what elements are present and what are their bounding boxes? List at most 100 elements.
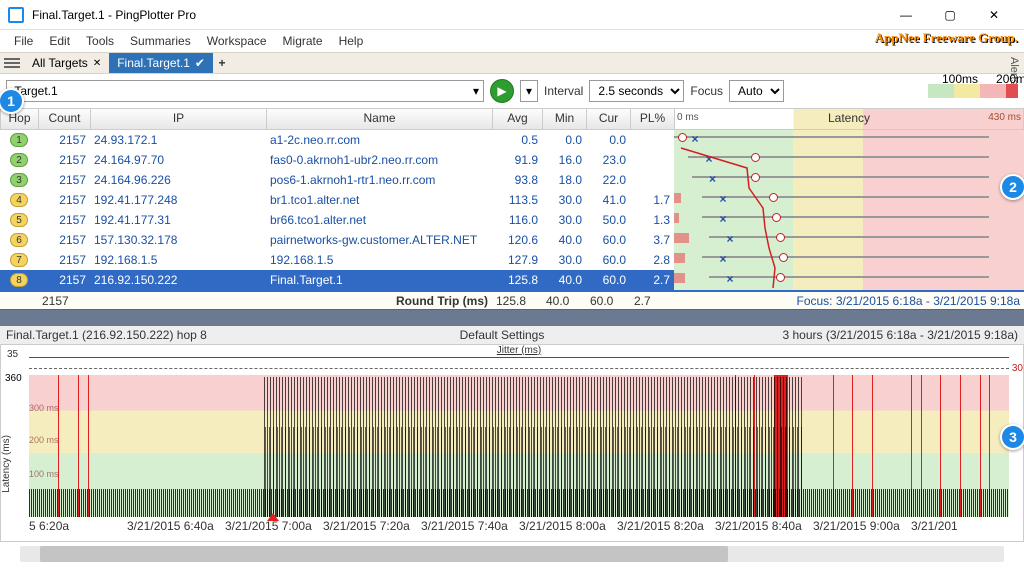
cell-count: 2157 <box>38 273 90 287</box>
minimize-button[interactable]: — <box>884 0 928 30</box>
menu-tools[interactable]: Tools <box>78 32 122 50</box>
tab-list-icon[interactable] <box>4 58 20 68</box>
cell-avg: 125.8 <box>492 273 542 287</box>
col-name[interactable]: Name <box>267 109 493 129</box>
play-button[interactable]: ▶ <box>490 79 514 103</box>
cell-avg: 93.8 <box>492 173 542 187</box>
close-button[interactable]: ✕ <box>972 0 1016 30</box>
grid-300: 300 ms <box>29 403 59 413</box>
splitter-bar[interactable] <box>0 310 1024 326</box>
table-row[interactable]: 1 2157 24.93.172.1 a1-2c.neo.rr.com 0.5 … <box>0 130 1024 150</box>
tab-final-target[interactable]: Final.Target.1 ✔ <box>109 53 213 73</box>
table-row[interactable]: 2 2157 24.164.97.70 fas0-0.akrnoh1-ubr2.… <box>0 150 1024 170</box>
interval-select[interactable]: 2.5 seconds <box>589 80 684 102</box>
table-row[interactable]: 5 2157 192.41.177.31 br66.tco1.alter.net… <box>0 210 1024 230</box>
jitter-label: Jitter (ms) <box>497 345 541 356</box>
chart-settings-label: Default Settings <box>266 328 738 342</box>
cell-pl: 1.7 <box>630 193 674 207</box>
cell-ip: 192.41.177.248 <box>90 193 266 207</box>
table-row[interactable]: 4 2157 192.41.177.248 br1.tco1.alter.net… <box>0 190 1024 210</box>
legend-200ms: 200ms <box>996 72 1024 86</box>
x-tick: 5 6:20a <box>29 519 127 535</box>
tab-label: All Targets <box>32 56 88 70</box>
cell-pl: 3.7 <box>630 233 674 247</box>
chart-plot-area[interactable]: 100 ms 200 ms 300 ms <box>29 375 1009 517</box>
table-row[interactable]: 8 2157 216.92.150.222 Final.Target.1 125… <box>0 270 1024 290</box>
add-tab-button[interactable]: + <box>213 56 231 70</box>
cell-pl: 2.8 <box>630 253 674 267</box>
col-cur[interactable]: Cur <box>587 109 631 129</box>
x-tick: 3/21/2015 8:40a <box>715 519 813 535</box>
tab-label: Final.Target.1 <box>117 56 190 70</box>
col-avg[interactable]: Avg <box>493 109 543 129</box>
hop-badge: 8 <box>10 273 28 287</box>
cell-cur: 22.0 <box>586 173 630 187</box>
cell-count: 2157 <box>38 233 90 247</box>
maximize-button[interactable]: ▢ <box>928 0 972 30</box>
target-combobox[interactable]: ▾ <box>6 80 484 102</box>
table-row[interactable]: 3 2157 24.164.96.226 pos6-1.akrnoh1-rtr1… <box>0 170 1024 190</box>
col-count[interactable]: Count <box>39 109 91 129</box>
annotation-marker-3: 3 <box>1000 424 1024 450</box>
grid-200: 200 ms <box>29 435 59 445</box>
interval-label: Interval <box>544 84 583 98</box>
table-row[interactable]: 6 2157 157.130.32.178 pairnetworks-gw.cu… <box>0 230 1024 250</box>
table-row[interactable]: 7 2157 192.168.1.5 192.168.1.5 127.9 30.… <box>0 250 1024 270</box>
cell-count: 2157 <box>38 193 90 207</box>
jitter-strip: Jitter (ms) 35 30 <box>29 347 1009 369</box>
summary-focus: Focus: 3/21/2015 6:18a - 3/21/2015 9:18a <box>674 294 1024 308</box>
summary-avg: 125.8 <box>492 294 542 308</box>
timeline-scrollbar[interactable] <box>20 546 1004 562</box>
cell-latency-graph: × <box>674 230 1024 250</box>
cell-name: a1-2c.neo.rr.com <box>266 133 492 147</box>
menu-migrate[interactable]: Migrate <box>275 32 331 50</box>
latency-label: Latency <box>828 111 870 125</box>
x-tick: 3/21/2015 7:40a <box>421 519 519 535</box>
hop-badge: 3 <box>10 173 28 187</box>
col-latency[interactable]: Latency 0 ms 430 ms <box>675 109 1023 129</box>
play-options-button[interactable]: ▾ <box>520 80 538 102</box>
timeline-chart[interactable]: Jitter (ms) 35 30 360 Latency (ms) 100 m… <box>0 344 1024 542</box>
col-pl[interactable]: PL% <box>631 109 675 129</box>
cell-latency-graph: × <box>674 190 1024 210</box>
cell-cur: 41.0 <box>586 193 630 207</box>
menu-file[interactable]: File <box>6 32 41 50</box>
menu-edit[interactable]: Edit <box>41 32 78 50</box>
cell-pl: 2.7 <box>630 273 674 287</box>
cell-count: 2157 <box>38 153 90 167</box>
cell-name: br1.tco1.alter.net <box>266 193 492 207</box>
window-title: Final.Target.1 - PingPlotter Pro <box>32 8 884 22</box>
cell-min: 40.0 <box>542 273 586 287</box>
close-icon[interactable]: ✕ <box>93 58 101 69</box>
cell-ip: 24.164.96.226 <box>90 173 266 187</box>
target-input[interactable] <box>11 84 473 98</box>
cell-name: fas0-0.akrnoh1-ubr2.neo.rr.com <box>266 153 492 167</box>
x-tick: 3/21/201 <box>911 519 1009 535</box>
x-tick: 3/21/2015 8:20a <box>617 519 715 535</box>
cell-latency-graph: × <box>674 170 1024 190</box>
summary-cur: 60.0 <box>586 294 630 308</box>
toolbar: ▾ ▶ ▾ Interval 2.5 seconds Focus Auto 10… <box>0 74 1024 108</box>
cell-name: pos6-1.akrnoh1-rtr1.neo.rr.com <box>266 173 492 187</box>
brand-watermark: AppNee Freeware Group. <box>875 30 1018 46</box>
hop-badge: 7 <box>10 253 28 267</box>
chevron-down-icon[interactable]: ▾ <box>473 84 479 98</box>
menu-summaries[interactable]: Summaries <box>122 32 199 50</box>
col-ip[interactable]: IP <box>91 109 267 129</box>
cell-min: 30.0 <box>542 193 586 207</box>
summary-pl: 2.7 <box>630 294 674 308</box>
latency-legend: 100ms 200ms <box>928 84 1018 98</box>
cell-ip: 24.93.172.1 <box>90 133 266 147</box>
cell-count: 2157 <box>38 213 90 227</box>
col-min[interactable]: Min <box>543 109 587 129</box>
menu-help[interactable]: Help <box>331 32 372 50</box>
focus-select[interactable]: Auto <box>729 80 784 102</box>
scrollbar-thumb[interactable] <box>40 546 729 562</box>
cell-name: Final.Target.1 <box>266 273 492 287</box>
tab-all-targets[interactable]: All Targets ✕ <box>24 53 109 73</box>
round-trip-label: Round Trip (ms) <box>266 294 492 308</box>
titlebar: Final.Target.1 - PingPlotter Pro — ▢ ✕ <box>0 0 1024 30</box>
cell-min: 18.0 <box>542 173 586 187</box>
cell-latency-graph: × <box>674 150 1024 170</box>
menu-workspace[interactable]: Workspace <box>199 32 275 50</box>
